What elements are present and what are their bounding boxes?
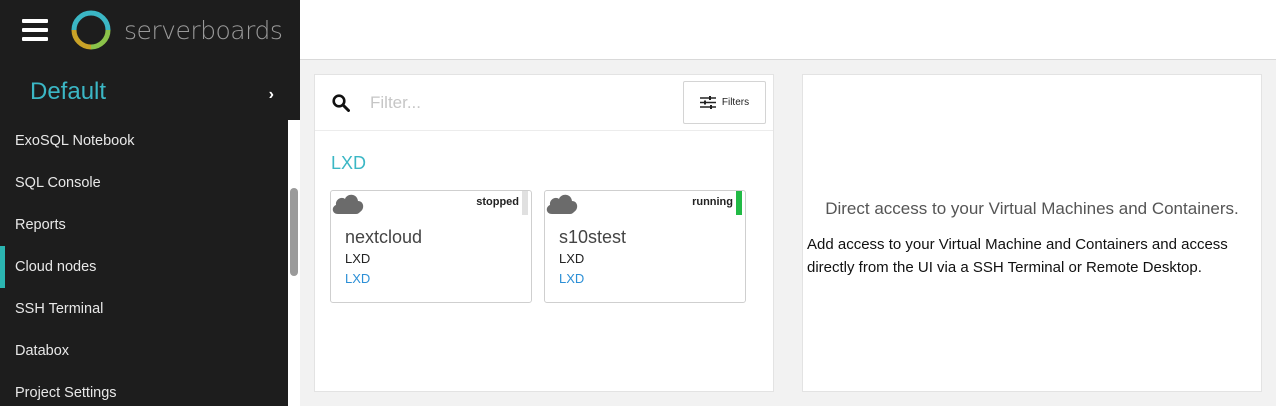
filters-button[interactable]: Filters [683,81,766,124]
chevron-right-icon: › [268,86,274,103]
node-type: LXD [559,251,585,266]
project-selector[interactable]: Default › [0,66,300,118]
node-card-nextcloud[interactable]: stopped nextcloud LXD LXD [330,190,532,303]
node-name: s10stest [559,227,627,247]
cloud-icon [332,194,364,214]
filters-button-label: Filters [721,97,750,108]
serverboards-logo-icon [71,10,111,50]
sidebar-item-ssh-terminal[interactable]: SSH Terminal [0,288,288,330]
status-indicator [736,191,742,215]
app-name: serverboards [124,15,283,45]
info-description: Add access to your Virtual Machine and C… [807,236,1228,276]
node-provider-link[interactable]: LXD [345,271,370,286]
top-bar [300,0,1276,60]
sidebar-item-exosql-notebook[interactable]: ExoSQL Notebook [0,120,288,162]
filter-bar: Filters [315,75,773,131]
node-name: nextcloud [345,227,423,247]
sidebar-item-cloud-nodes[interactable]: Cloud nodes [0,246,288,288]
status-indicator [522,191,528,215]
sidebar-header: serverboards [0,0,300,60]
group-title: LXD [331,153,367,173]
node-card-s10stest[interactable]: running s10stest LXD LXD [544,190,746,303]
sidebar-item-databox[interactable]: Databox [0,330,288,372]
cloud-nodes-panel: Filters LXD stopped nextcloud LXD LXD ru… [314,74,774,392]
sidebar-item-project-settings[interactable]: Project Settings [0,372,288,406]
sidebar-scrollbar[interactable] [290,188,298,276]
project-name: Default [30,78,107,105]
node-provider-link[interactable]: LXD [559,271,584,286]
info-title: Direct access to your Virtual Machines a… [825,199,1239,218]
sidebar-item-reports[interactable]: Reports [0,204,288,246]
info-panel: Direct access to your Virtual Machines a… [802,74,1262,392]
filter-input[interactable] [370,92,670,113]
sidebar-menu: ExoSQL Notebook SQL Console Reports Clou… [0,120,288,406]
status-badge: stopped [476,196,519,208]
status-badge: running [692,196,733,208]
node-type: LXD [345,251,371,266]
cloud-icon [546,194,578,214]
sliders-icon [699,96,716,109]
sidebar-item-sql-console[interactable]: SQL Console [0,162,288,204]
hamburger-menu-icon[interactable] [22,19,48,41]
logo[interactable]: serverboards [68,9,283,51]
search-icon [332,93,350,112]
